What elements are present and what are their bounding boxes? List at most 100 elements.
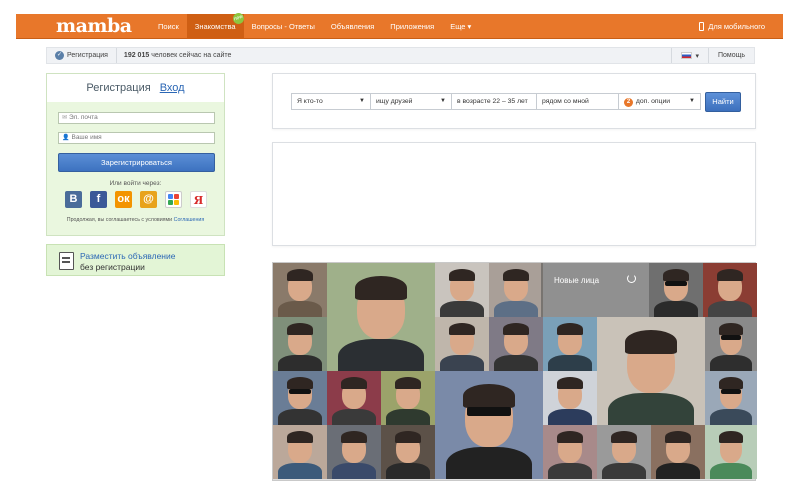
profile-photo[interactable]: [327, 371, 381, 425]
yandex-icon[interactable]: Я: [190, 191, 207, 208]
seeking-value: ищу друзей: [376, 98, 413, 105]
profile-photo[interactable]: [435, 263, 489, 317]
tab-login[interactable]: Вход: [160, 82, 185, 94]
sunglasses: [665, 280, 687, 286]
profile-photo[interactable]: [435, 371, 543, 479]
profile-photo[interactable]: [327, 425, 381, 479]
photo-body: [494, 300, 538, 317]
online-count: 192 015: [123, 52, 150, 59]
photo-body: [278, 354, 322, 371]
profile-photo[interactable]: [649, 263, 703, 317]
profile-photo[interactable]: [705, 317, 757, 371]
profile-photo[interactable]: [651, 425, 705, 479]
post-ad-card[interactable]: Разместить объявление без регистрации: [46, 244, 225, 276]
profile-photo[interactable]: [273, 371, 327, 425]
sunglasses: [467, 406, 511, 417]
registration-card: Регистрация Вход ✉ Эл. почта 👤 Ваше имя …: [46, 73, 225, 236]
photo-body: [332, 408, 376, 425]
extra-options-select[interactable]: 2 доп. опции ▼: [618, 93, 701, 110]
post-ad-link[interactable]: Разместить объявление: [80, 251, 175, 261]
photo-body: [278, 300, 322, 317]
photo-hair: [355, 275, 407, 300]
profile-photo[interactable]: [597, 317, 705, 425]
photo-hair: [557, 431, 583, 444]
nav-search[interactable]: Поиск: [150, 14, 187, 39]
photo-body: [337, 338, 425, 371]
nav-dating[interactable]: Знакомства new: [186, 11, 246, 39]
mail-icon[interactable]: @: [140, 191, 157, 208]
vk-icon[interactable]: В: [65, 191, 82, 208]
name-placeholder: Ваше имя: [71, 134, 102, 141]
seeking-select[interactable]: ищу друзей ▼: [370, 93, 452, 110]
who-select[interactable]: Я кто-то ▼: [291, 93, 371, 110]
subbar-right: ▾ Помощь: [671, 48, 754, 63]
photo-hair: [717, 269, 743, 282]
profile-photo[interactable]: [703, 263, 757, 317]
profile-photo[interactable]: [381, 425, 435, 479]
find-button[interactable]: Найти: [705, 92, 741, 112]
profile-photo[interactable]: [273, 425, 327, 479]
envelope-icon: ✉: [62, 115, 68, 121]
terms-link[interactable]: Соглашения: [174, 217, 205, 223]
name-field[interactable]: 👤 Ваше имя: [58, 132, 215, 144]
email-placeholder: Эл. почта: [69, 114, 98, 121]
profile-photo[interactable]: [597, 425, 651, 479]
photo-body: [710, 354, 752, 371]
photo-hair: [718, 431, 744, 444]
nav-ads[interactable]: Объявления: [323, 14, 382, 39]
google-blue-square: [168, 194, 173, 199]
photo-hair: [718, 377, 744, 390]
profile-photo[interactable]: [489, 263, 543, 317]
profile-photo[interactable]: [381, 371, 435, 425]
mobile-link[interactable]: Для мобильного: [699, 14, 765, 39]
caret-down-icon: ▼: [689, 98, 695, 104]
photo-hair: [557, 323, 583, 336]
age-select[interactable]: в возрасте 22 – 35 лет: [451, 93, 537, 110]
terms-text: Продолжая, вы соглашаетесь с условиями: [66, 217, 173, 223]
nav-more[interactable]: Еще ▾: [442, 14, 479, 39]
photo-hair: [287, 431, 313, 444]
auth-tabs: Регистрация Вход: [47, 74, 224, 102]
nav-qa[interactable]: Вопросы - Ответы: [244, 14, 323, 39]
profile-photo[interactable]: [435, 317, 489, 371]
info-bar: ✓ Регистрация 192 015 человек сейчас на …: [46, 47, 755, 64]
google-yellow-square: [174, 200, 179, 205]
tab-register[interactable]: Регистрация: [86, 82, 150, 94]
register-button[interactable]: Зарегистрироваться: [58, 153, 215, 172]
photo-body: [494, 354, 538, 371]
photo-hair: [718, 323, 744, 336]
profile-photo[interactable]: [543, 425, 597, 479]
photo-body: [386, 462, 430, 479]
nav-apps[interactable]: Приложения: [382, 14, 442, 39]
profile-photo[interactable]: [273, 317, 327, 371]
odnoklassniki-icon[interactable]: ок: [115, 191, 132, 208]
sunglasses: [289, 388, 311, 394]
profile-photo[interactable]: [705, 425, 757, 479]
profile-photo[interactable]: [543, 317, 597, 371]
content-panel: [272, 142, 756, 246]
options-count-badge: 2: [624, 98, 633, 107]
profile-photo[interactable]: [543, 371, 597, 425]
registration-label: Регистрация: [67, 52, 108, 59]
profile-photo[interactable]: [705, 371, 757, 425]
google-icon[interactable]: [165, 191, 182, 208]
profile-photo[interactable]: [273, 263, 327, 317]
refresh-icon[interactable]: [627, 274, 636, 283]
search-panel: Я кто-то ▼ ищу друзей ▼ в возрасте 22 – …: [272, 73, 756, 129]
facebook-icon[interactable]: f: [90, 191, 107, 208]
email-field[interactable]: ✉ Эл. почта: [58, 112, 215, 124]
profile-photo[interactable]: [327, 263, 435, 371]
profile-photo[interactable]: [489, 317, 543, 371]
location-select[interactable]: рядом со мной: [536, 93, 619, 110]
mamba-logo[interactable]: mamba: [56, 15, 132, 37]
post-ad-sub: без регистрации: [80, 262, 145, 272]
photo-body: [332, 462, 376, 479]
doc-line: [62, 257, 70, 259]
photo-hair: [503, 269, 529, 282]
new-faces-tile[interactable]: Новые лица: [541, 263, 649, 317]
registration-link[interactable]: ✓ Регистрация: [47, 48, 117, 63]
photo-body: [710, 462, 752, 479]
photo-body: [602, 462, 646, 479]
language-select[interactable]: ▾: [671, 48, 708, 63]
help-link[interactable]: Помощь: [707, 48, 754, 63]
